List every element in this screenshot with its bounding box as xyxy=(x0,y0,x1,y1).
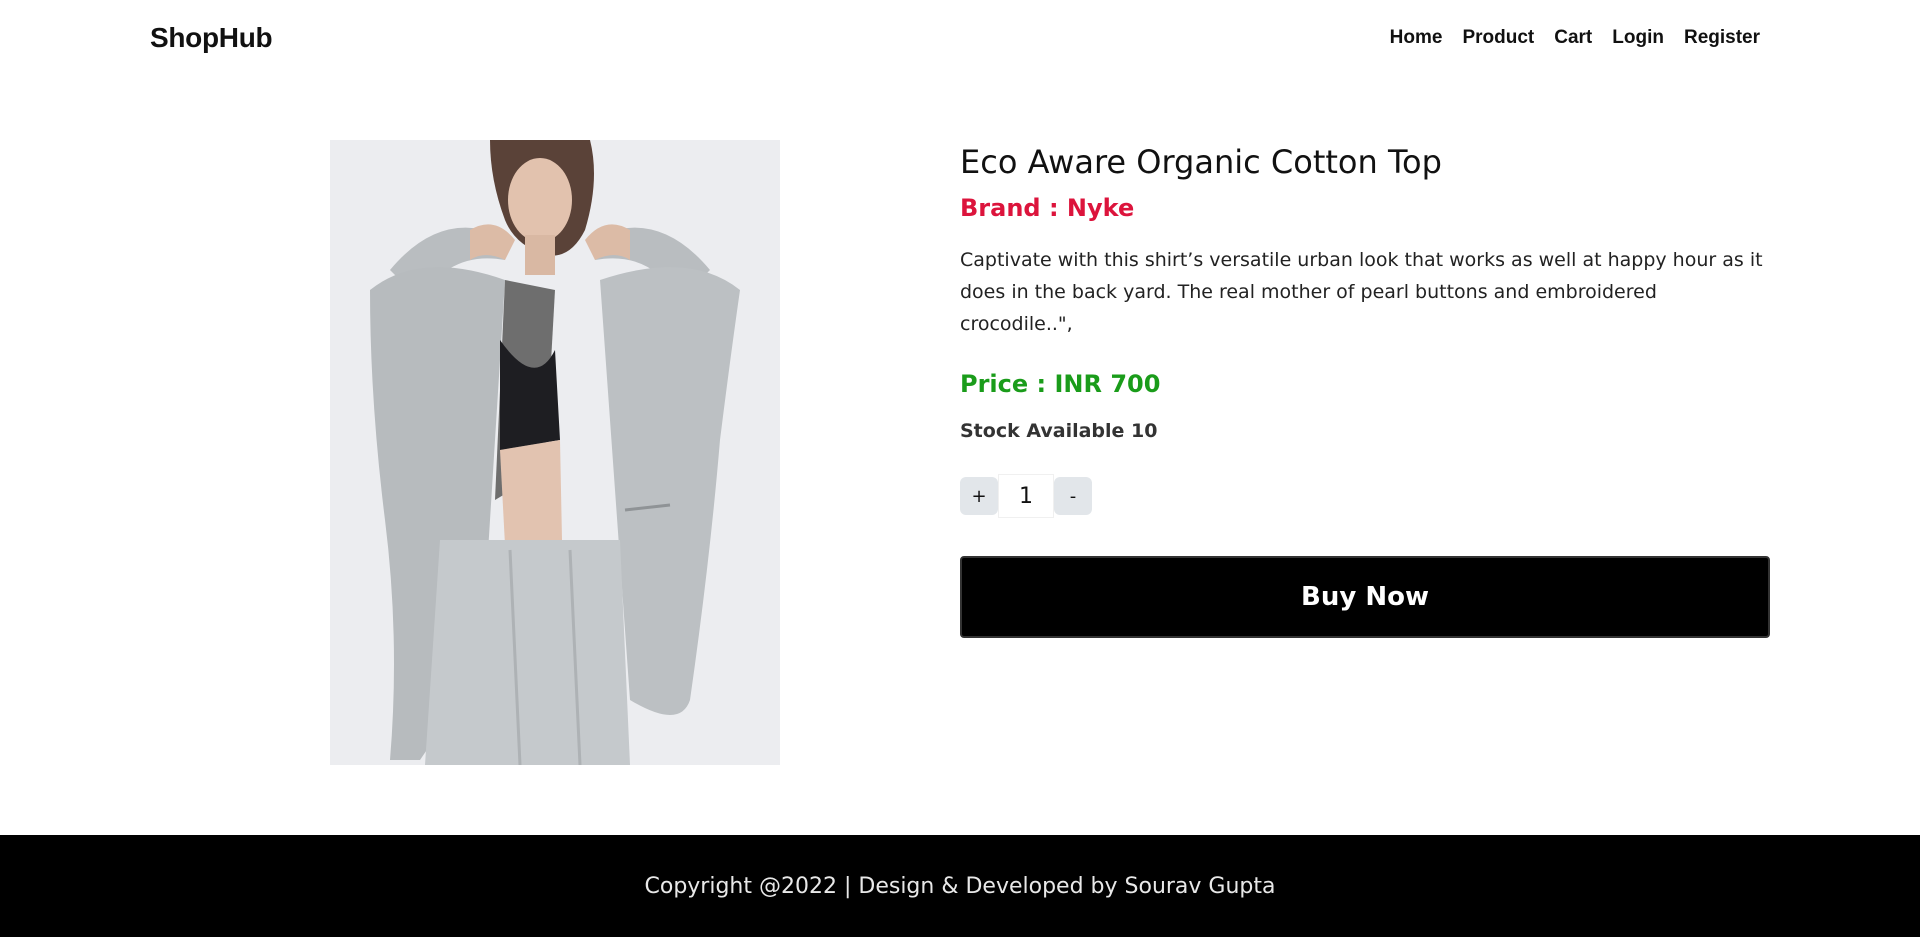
product-brand: Brand : Nyke xyxy=(960,194,1135,222)
nav-product-link[interactable]: Product xyxy=(1462,27,1534,49)
nav-home-link[interactable]: Home xyxy=(1390,27,1443,49)
nav-register-link[interactable]: Register xyxy=(1684,27,1760,49)
quantity-stepper: + 1 - xyxy=(960,474,1770,518)
product-description: Captivate with this shirt’s versatile ur… xyxy=(960,249,1763,335)
footer: Copyright @2022 | Design & Developed by … xyxy=(0,835,1920,937)
nav-login-link[interactable]: Login xyxy=(1612,27,1664,49)
buy-now-button[interactable]: Buy Now xyxy=(960,556,1770,638)
product-title: Eco Aware Organic Cotton Top xyxy=(960,143,1442,181)
product-image xyxy=(330,140,780,765)
increment-button[interactable]: + xyxy=(960,477,998,515)
stock-available: Stock Available 10 xyxy=(960,420,1158,442)
quantity-value[interactable]: 1 xyxy=(998,474,1054,518)
nav-links: Home Product Cart Login Register xyxy=(1390,27,1760,49)
decrement-button[interactable]: - xyxy=(1054,477,1092,515)
site-logo[interactable]: ShopHub xyxy=(150,22,273,54)
product-price: Price : INR 700 xyxy=(960,370,1161,398)
navbar: ShopHub Home Product Cart Login Register xyxy=(0,0,1920,78)
product-photo-icon xyxy=(330,140,780,765)
nav-cart-link[interactable]: Cart xyxy=(1554,27,1592,49)
footer-copyright: Copyright @2022 | Design & Developed by … xyxy=(644,873,1276,899)
product-details: Eco Aware Organic Cotton Top Brand : Nyk… xyxy=(960,140,1770,638)
